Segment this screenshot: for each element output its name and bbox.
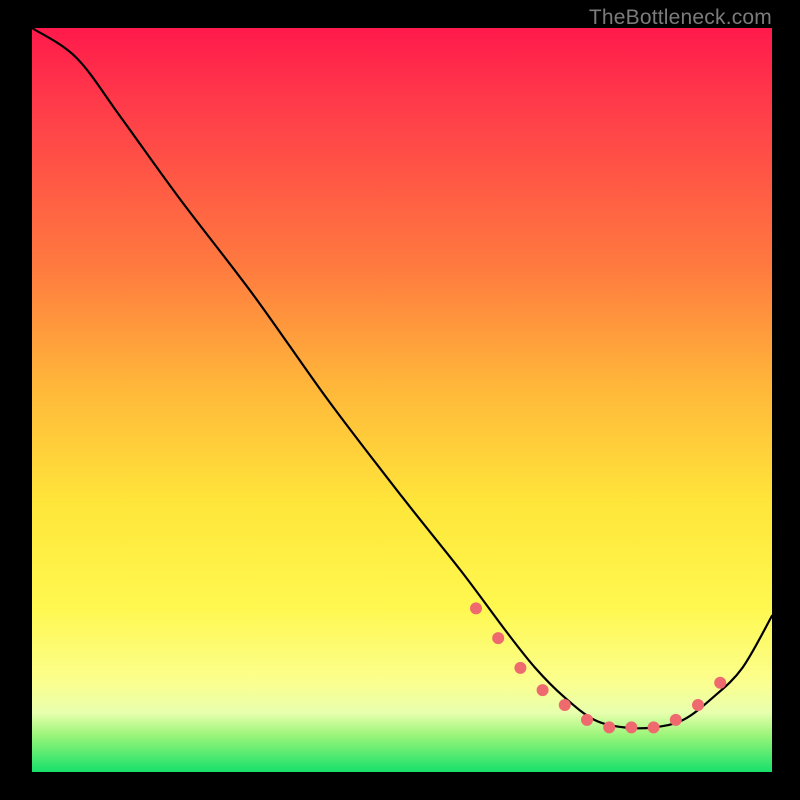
- data-marker: [693, 700, 704, 711]
- data-marker: [493, 633, 504, 644]
- chart-stage: TheBottleneck.com: [0, 0, 800, 800]
- data-marker: [604, 722, 615, 733]
- data-marker: [582, 714, 593, 725]
- data-marker: [715, 677, 726, 688]
- data-marker: [537, 685, 548, 696]
- data-marker: [670, 714, 681, 725]
- data-marker: [515, 662, 526, 673]
- data-marker: [471, 603, 482, 614]
- curve-overlay: [32, 28, 772, 772]
- data-marker: [648, 722, 659, 733]
- plot-area: [32, 28, 772, 772]
- data-marker: [559, 700, 570, 711]
- marker-group: [471, 603, 726, 733]
- data-marker: [626, 722, 637, 733]
- watermark-text: TheBottleneck.com: [589, 6, 772, 30]
- bottleneck-curve: [32, 28, 772, 728]
